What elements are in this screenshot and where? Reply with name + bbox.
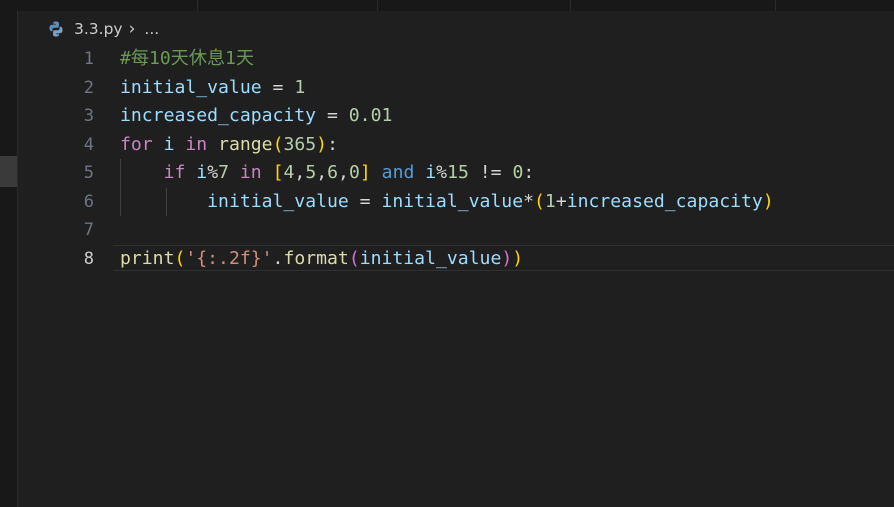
code-line[interactable]: #每10天休息1天 [120, 45, 774, 74]
code-token: initial_value [381, 190, 524, 212]
code-token: 0 [348, 162, 360, 183]
code-token: ) [316, 133, 328, 155]
code-token: [ [272, 162, 284, 183]
code-token: and [381, 162, 415, 183]
tab-divider [197, 0, 198, 11]
code-token: % [207, 162, 219, 183]
code-line[interactable]: for i in range(365): [120, 131, 774, 160]
code-token: = [261, 76, 295, 98]
code-token: ) [762, 190, 774, 212]
breadcrumb: 3.3.py › ... [47, 17, 159, 41]
code-token: ( [534, 190, 545, 212]
code-token: . [272, 247, 284, 269]
tab-divider [775, 0, 776, 11]
code-token: , [294, 162, 306, 183]
code-token: initial_value [359, 247, 502, 269]
code-token: '{:.2f}' [185, 247, 273, 269]
code-token: in [185, 133, 208, 155]
code-token: : [327, 133, 338, 155]
code-token: format [283, 247, 349, 269]
line-number: 6 [83, 191, 94, 212]
code-token: != [468, 162, 513, 183]
code-token: initial_value [207, 190, 349, 212]
code-token: 5 [305, 162, 317, 183]
code-token: ( [174, 247, 186, 269]
code-token: 6 [327, 162, 339, 183]
code-token: i [425, 162, 437, 183]
activity-bar-active-indicator[interactable] [0, 156, 17, 187]
code-token: i [196, 162, 208, 183]
code-token: ( [272, 133, 284, 155]
code-token: 15 [447, 162, 469, 183]
code-line[interactable]: initial_value = initial_value*(1+increas… [120, 188, 774, 217]
breadcrumb-more[interactable]: ... [144, 20, 159, 38]
code-token: , [316, 162, 328, 183]
code-token: i [163, 133, 175, 155]
code-token: : [523, 162, 535, 183]
code-token: ) [501, 247, 513, 269]
code-token: for [120, 133, 153, 155]
code-token: in [239, 162, 262, 183]
line-number: 3 [83, 106, 94, 126]
code-token: ( [348, 247, 360, 269]
line-number: 8 [83, 248, 94, 269]
tab-divider [377, 0, 378, 11]
code-token: increased_capacity [566, 190, 763, 212]
line-number: 1 [83, 49, 94, 69]
code-token: 365 [283, 133, 317, 155]
code-token: 0 [512, 162, 524, 183]
code-token: initial_value [120, 76, 262, 98]
chevron-right-icon: › [128, 18, 136, 39]
code-token: % [436, 162, 448, 183]
code-line[interactable]: increased_capacity = 0.01 [120, 102, 774, 131]
line-number: 4 [83, 134, 94, 155]
code-token: ) [512, 247, 524, 269]
line-number: 5 [83, 163, 94, 183]
code-token: = [316, 105, 349, 126]
code-token: print [120, 247, 175, 269]
code-token: 1 [294, 76, 306, 98]
code-token: * [523, 190, 534, 212]
line-number: 2 [83, 77, 94, 98]
activity-bar [0, 11, 18, 507]
code-token: 1 [544, 190, 556, 212]
code-token: #每10天休息1天 [120, 48, 255, 69]
code-token: 0.01 [348, 105, 393, 126]
line-number: 7 [83, 220, 94, 240]
code-token: 4 [283, 162, 295, 183]
code-line[interactable]: initial_value = 1 [120, 74, 774, 103]
code-line[interactable]: if i%7 in [4,5,6,0] and i%15 != 0: [120, 159, 774, 188]
code-token: = [348, 190, 382, 212]
code-token: ] [359, 162, 371, 183]
python-file-icon [49, 21, 63, 37]
line-number-gutter: 1 2 3 4 5 6 7 8 [52, 45, 94, 273]
code-line[interactable] [120, 216, 774, 245]
code-token: , [338, 162, 349, 183]
code-line[interactable]: print('{:.2f}'.format(initial_value)) [120, 245, 774, 274]
editor-tab-bar [0, 0, 894, 11]
code-token: + [555, 190, 567, 212]
code-token: if [163, 162, 186, 183]
code-editor[interactable]: #每10天休息1天 initial_value = 1 increased_capa… [120, 45, 774, 273]
code-token: range [218, 133, 273, 155]
code-token: increased_capacity [120, 105, 317, 126]
breadcrumb-file[interactable]: 3.3.py [74, 20, 123, 38]
code-token: 7 [218, 162, 229, 183]
tab-divider [570, 0, 571, 11]
